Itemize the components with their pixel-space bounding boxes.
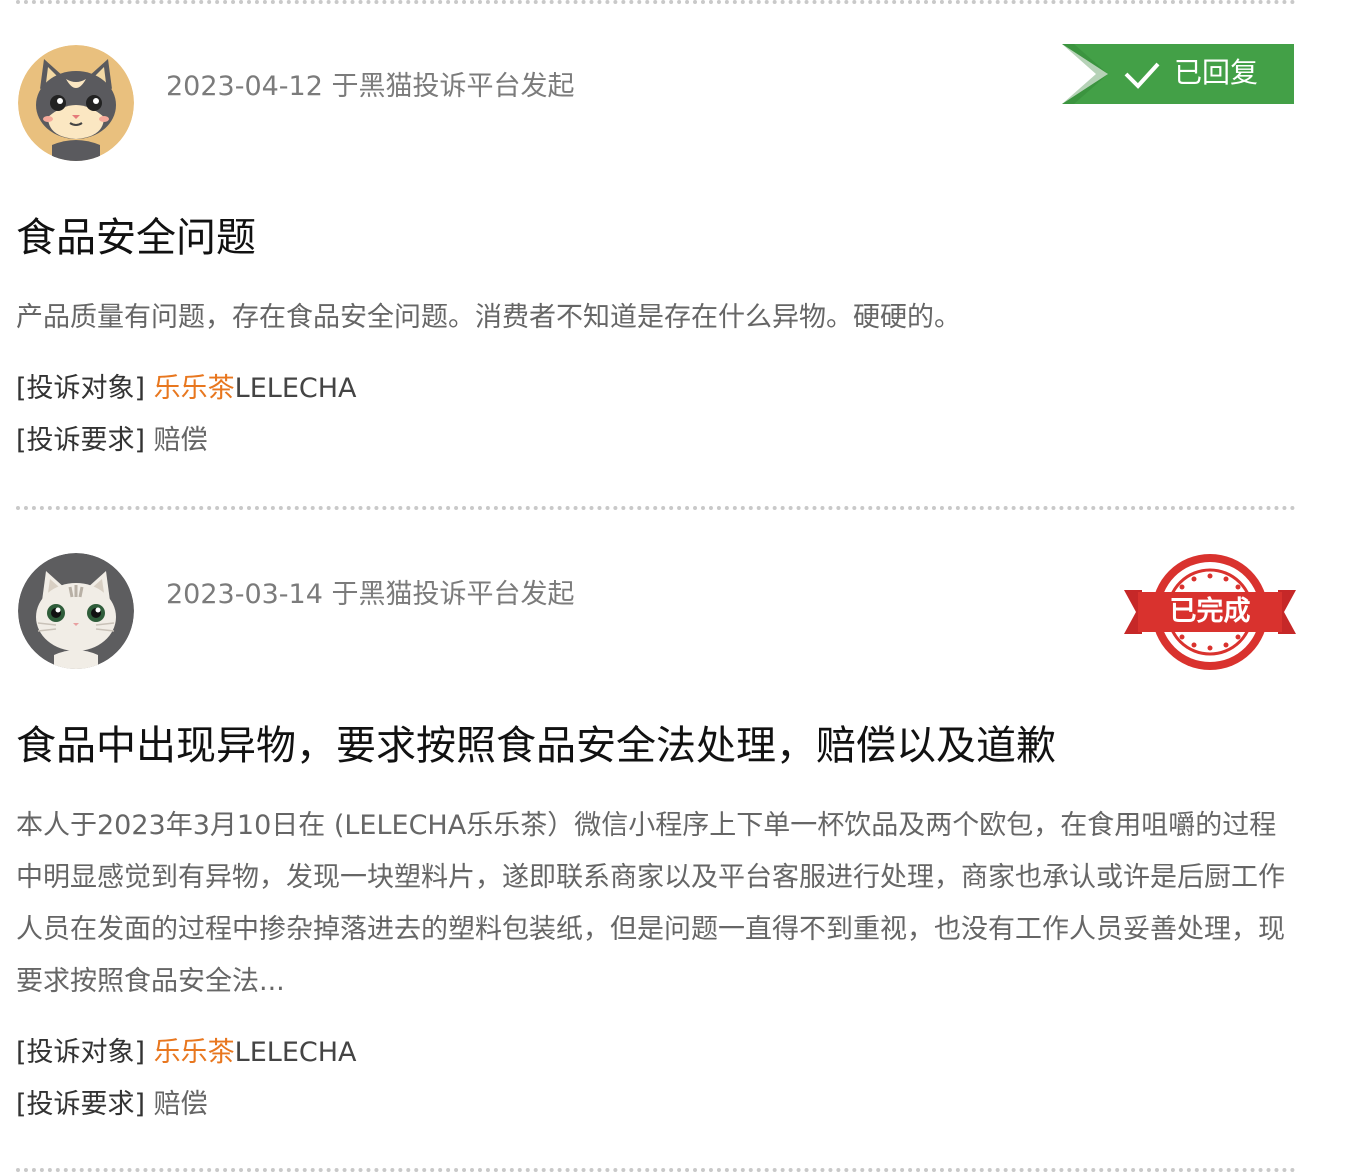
user-avatar-cat-icon — [18, 45, 134, 161]
status-badge-replied: 已回复 — [1062, 44, 1294, 104]
complaint-description: 本人于2023年3月10日在 (LELECHA乐乐茶）微信小程序上下单一杯饮品及… — [16, 810, 1285, 997]
complaint-list: 2023-04-12 于黑猫投诉平台发起 已回复 食品安全问题 产品质量有问题，… — [0, 0, 1370, 1174]
divider — [16, 506, 1296, 510]
complaint-date-source: 2023-04-12 于黑猫投诉平台发起 — [166, 71, 575, 102]
status-label: 已回复 — [1174, 56, 1259, 89]
complaint-request: [投诉要求] 赔偿 — [16, 1088, 208, 1122]
complaint-request: [投诉要求] 赔偿 — [16, 424, 208, 458]
divider — [16, 1168, 1296, 1172]
request-value: 赔偿 — [153, 425, 208, 456]
complaint-description: 产品质量有问题，存在食品安全问题。消费者不知道是存在什么异物。硬硬的。 — [16, 302, 961, 333]
target-brand-en: LELECHA — [234, 1037, 357, 1068]
target-label: [投诉对象] — [16, 373, 146, 404]
target-label: [投诉对象] — [16, 1037, 146, 1068]
target-brand-en: LELECHA — [234, 373, 357, 404]
complaint-date-source: 2023-03-14 于黑猫投诉平台发起 — [166, 579, 575, 610]
status-label: 已完成 — [1169, 596, 1251, 627]
target-brand-cn-link[interactable]: 乐乐茶 — [154, 1037, 235, 1068]
complaint-title[interactable]: 食品中出现异物，要求按照食品安全法处理，赔偿以及道歉 — [16, 720, 1056, 772]
request-label: [投诉要求] — [16, 1089, 146, 1120]
divider — [16, 0, 1296, 4]
request-value: 赔偿 — [153, 1089, 208, 1120]
complaint-target: [投诉对象] 乐乐茶LELECHA — [16, 1036, 357, 1070]
target-brand-cn-link[interactable]: 乐乐茶 — [154, 373, 235, 404]
complaint-target: [投诉对象] 乐乐茶LELECHA — [16, 372, 357, 406]
request-label: [投诉要求] — [16, 425, 146, 456]
user-avatar-white-cat-icon — [18, 553, 134, 669]
complaint-title[interactable]: 食品安全问题 — [16, 212, 256, 264]
status-badge-completed-stamp: 已完成 — [1124, 552, 1296, 672]
